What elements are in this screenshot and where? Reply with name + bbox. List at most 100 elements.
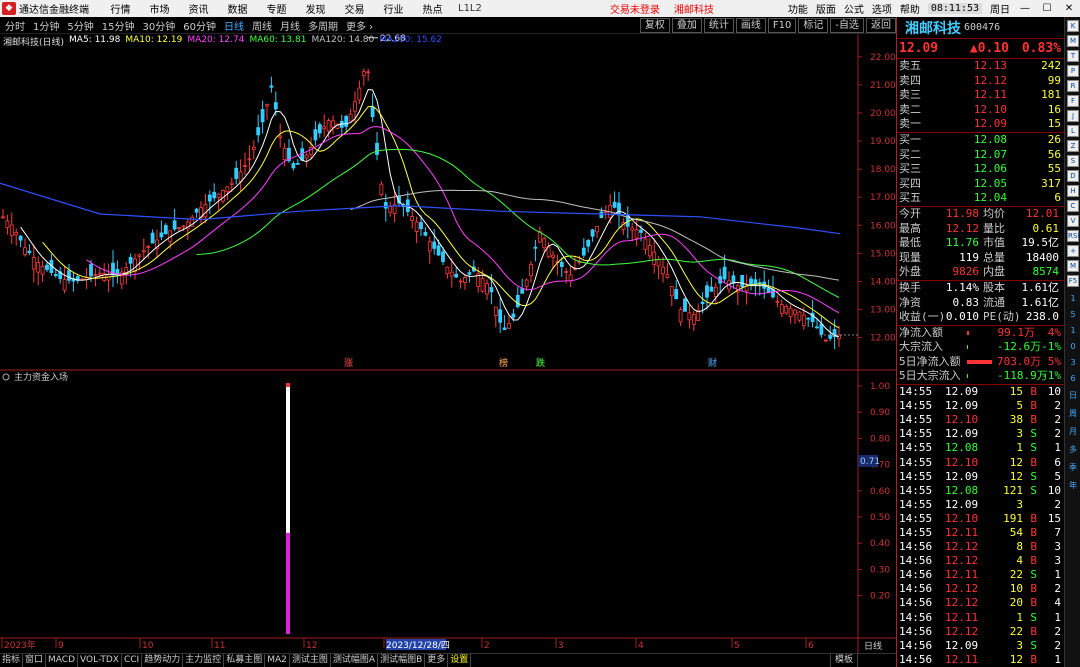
tab-5[interactable]: 趋势动力: [142, 654, 184, 667]
tool-icon[interactable]: T: [1067, 50, 1079, 62]
menu-item-options[interactable]: 选项: [872, 1, 892, 16]
menu-item-function[interactable]: 功能: [788, 1, 808, 16]
menu-item-discover[interactable]: 发现: [296, 1, 335, 16]
period-shortcut[interactable]: 季: [1065, 462, 1080, 473]
asks-row[interactable]: 卖五 12.13 242: [897, 59, 1064, 74]
menu-item-topics[interactable]: 专题: [257, 1, 296, 16]
tool-icon[interactable]: S: [1067, 155, 1079, 167]
tool-button-0[interactable]: 复权: [639, 18, 670, 33]
tool-icon[interactable]: F: [1067, 95, 1079, 107]
asks-row[interactable]: 卖四 12.12 99: [897, 74, 1064, 89]
tool-icon[interactable]: R: [1067, 80, 1079, 92]
period-7[interactable]: 周线: [252, 18, 272, 33]
bids-row[interactable]: 买五 12.04 6: [897, 191, 1064, 206]
period-shortcut[interactable]: 日: [1065, 390, 1080, 401]
tick-list[interactable]: 14:55 12.09 15 B 10 14:55 12.09 5 B 2 14:55 12.10 38…: [897, 385, 1064, 667]
period-4[interactable]: 30分钟: [142, 18, 175, 33]
period-shortcut[interactable]: 3: [1065, 358, 1080, 367]
tool-icon[interactable]: L: [1067, 125, 1079, 137]
tick-row[interactable]: 14:55 12.08 1 S 1: [897, 441, 1064, 455]
tab-0[interactable]: 指标: [0, 654, 24, 667]
tool-button-7[interactable]: 返回: [866, 18, 896, 33]
menu-item-formula[interactable]: 公式: [844, 1, 864, 16]
period-shortcut[interactable]: 5: [1065, 310, 1080, 319]
menu-item-help[interactable]: 帮助: [900, 1, 920, 16]
period-shortcut[interactable]: 1: [1065, 326, 1080, 335]
tick-row[interactable]: 14:56 12.11 22 S 1: [897, 568, 1064, 582]
tab-4[interactable]: CCI: [122, 654, 143, 667]
period-9[interactable]: 多周期: [308, 18, 338, 33]
tool-icon[interactable]: F5: [1067, 275, 1079, 287]
tick-row[interactable]: 14:55 12.10 191 B 15: [897, 512, 1064, 526]
event-marker[interactable]: 财: [708, 357, 717, 369]
tool-button-4[interactable]: F10: [767, 18, 797, 33]
bids-row[interactable]: 买四 12.05 317: [897, 177, 1064, 192]
tab-2[interactable]: MACD: [46, 654, 79, 667]
tab-3[interactable]: VOL-TDX: [78, 654, 122, 667]
menu-item-layout[interactable]: 版面: [816, 1, 836, 16]
tab-6[interactable]: 主力监控: [183, 654, 225, 667]
template-button[interactable]: 模板: [829, 654, 858, 667]
tool-icon[interactable]: H: [1067, 185, 1079, 197]
tab-13[interactable]: 设置: [448, 654, 472, 667]
period-0[interactable]: 分时: [5, 18, 25, 33]
period-3[interactable]: 15分钟: [102, 18, 135, 33]
tool-icon[interactable]: D: [1067, 170, 1079, 182]
tool-button-5[interactable]: 标记: [798, 18, 829, 33]
event-marker[interactable]: 榜: [499, 357, 508, 369]
tick-row[interactable]: 14:56 12.09 3 S 2: [897, 639, 1064, 653]
event-marker[interactable]: 跌: [536, 358, 545, 369]
tool-button-1[interactable]: 叠加: [671, 18, 702, 33]
menu-item-hotspots[interactable]: 热点: [413, 1, 452, 16]
tool-icon[interactable]: Z: [1067, 140, 1079, 152]
tool-icon[interactable]: RSI: [1067, 230, 1079, 242]
minimize-icon[interactable]: —: [1018, 3, 1032, 14]
tick-row[interactable]: 14:56 12.11 12 B 1: [897, 653, 1064, 667]
tool-icon[interactable]: K: [1067, 20, 1079, 32]
menu-item-market[interactable]: 市场: [140, 1, 179, 16]
tool-button-2[interactable]: 统计: [703, 18, 734, 33]
period-shortcut[interactable]: 0: [1065, 342, 1080, 351]
tab-7[interactable]: 私募主图: [224, 654, 266, 667]
period-6[interactable]: 日线: [224, 18, 244, 33]
asks-row[interactable]: 卖二 12.10 16: [897, 103, 1064, 118]
tab-11[interactable]: 测试幅图B: [378, 654, 426, 667]
period-10[interactable]: 更多 ›: [346, 18, 373, 33]
tick-row[interactable]: 14:55 12.08 121 S 10: [897, 484, 1064, 498]
tool-icon[interactable]: J: [1067, 110, 1079, 122]
chart-area[interactable]: 22.0021.0020.0019.0018.0017.0016.0015.00…: [0, 34, 896, 653]
tab-1[interactable]: 窗口: [23, 654, 47, 667]
asks-row[interactable]: 卖三 12.11 181: [897, 88, 1064, 103]
tick-row[interactable]: 14:55 12.10 38 B 2: [897, 413, 1064, 427]
tick-row[interactable]: 14:55 12.09 3 2: [897, 498, 1064, 512]
tool-button-6[interactable]: -自选: [830, 18, 864, 33]
tick-row[interactable]: 14:55 12.09 15 B 10: [897, 385, 1064, 399]
login-alert[interactable]: 交易未登录: [610, 1, 660, 16]
tick-row[interactable]: 14:56 12.12 20 B 4: [897, 596, 1064, 610]
menu-item-data[interactable]: 数据: [218, 1, 257, 16]
asks-row[interactable]: 卖一 12.09 15: [897, 117, 1064, 132]
close-icon[interactable]: ✕: [1062, 3, 1076, 14]
period-shortcut[interactable]: 6: [1065, 374, 1080, 383]
bids-row[interactable]: 买三 12.06 55: [897, 162, 1064, 177]
tick-row[interactable]: 14:55 12.09 5 B 2: [897, 399, 1064, 413]
tick-row[interactable]: 14:56 12.11 1 S 1: [897, 611, 1064, 625]
tick-row[interactable]: 14:56 12.12 22 B 2: [897, 625, 1064, 639]
menu-item-industry[interactable]: 行业: [374, 1, 413, 16]
tool-icon[interactable]: M: [1067, 260, 1079, 272]
tool-button-3[interactable]: 画线: [735, 18, 766, 33]
tick-row[interactable]: 14:55 12.09 3 S 2: [897, 427, 1064, 441]
period-2[interactable]: 5分钟: [67, 18, 93, 33]
period-shortcut[interactable]: 年: [1065, 480, 1080, 491]
tab-12[interactable]: 更多: [425, 654, 449, 667]
menu-item-quotes[interactable]: 行情: [101, 1, 140, 16]
tool-icon[interactable]: C: [1067, 200, 1079, 212]
tick-row[interactable]: 14:55 12.11 54 B 7: [897, 526, 1064, 540]
tab-9[interactable]: 测试主图: [290, 654, 331, 667]
bids-row[interactable]: 买二 12.07 56: [897, 148, 1064, 163]
menu-item-news[interactable]: 资讯: [179, 1, 218, 16]
tick-row[interactable]: 14:56 12.12 10 B 2: [897, 582, 1064, 596]
indicator-toggle-icon[interactable]: [2, 373, 10, 381]
bids-row[interactable]: 买一 12.08 26: [897, 133, 1064, 148]
period-1[interactable]: 1分钟: [33, 18, 59, 33]
